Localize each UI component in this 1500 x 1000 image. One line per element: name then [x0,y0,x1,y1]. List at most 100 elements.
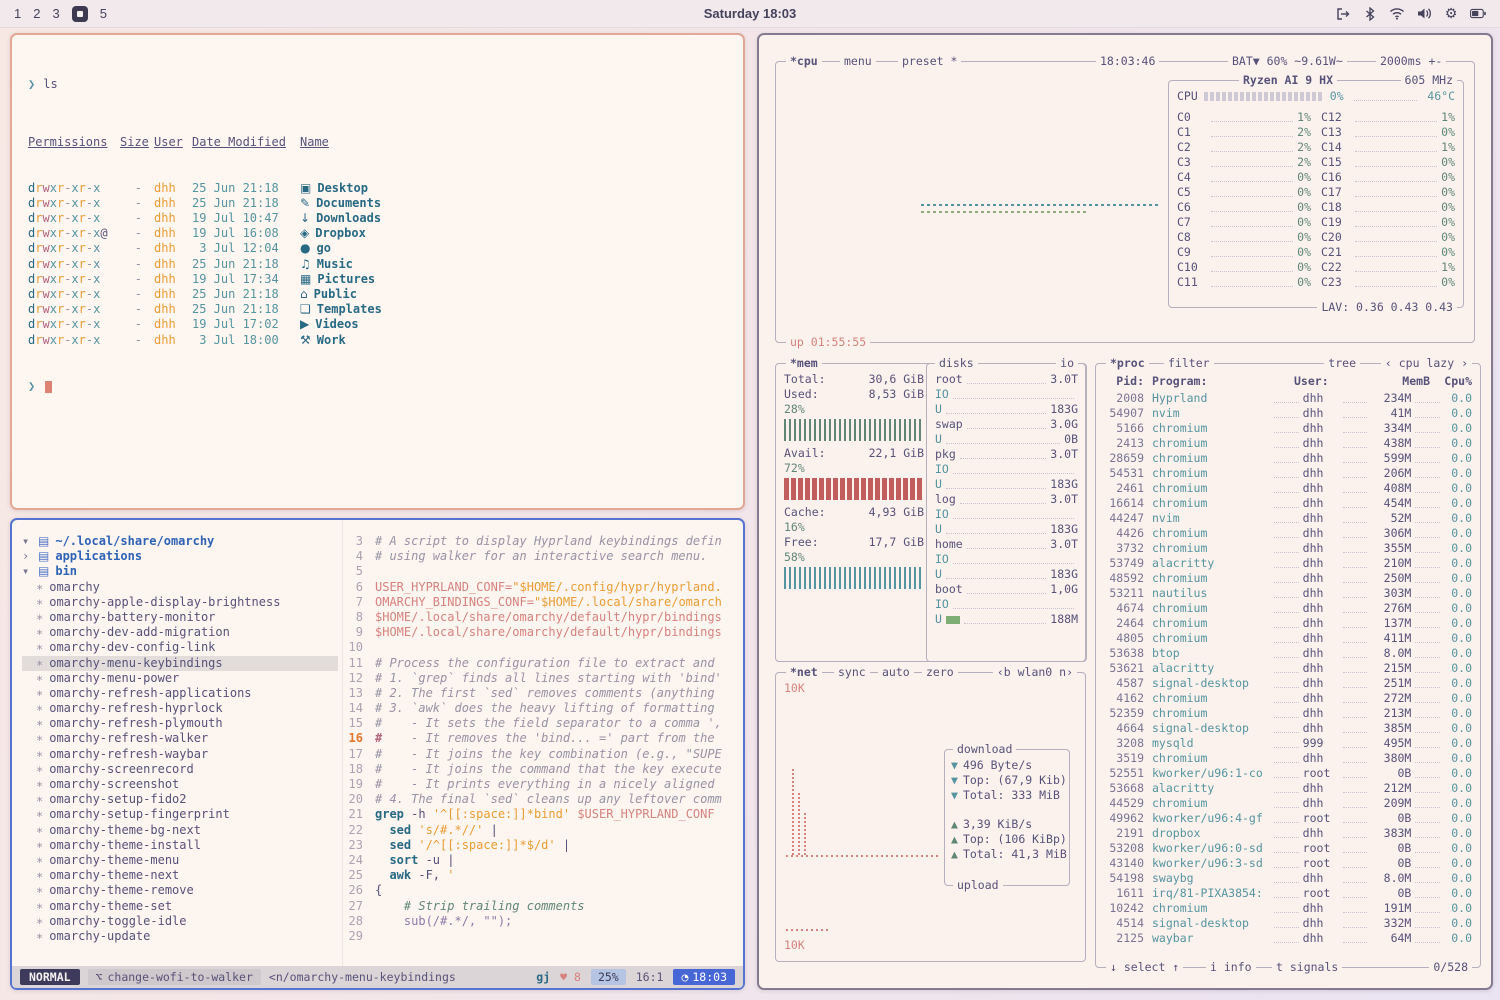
tree-file-omarchy-update[interactable]: ∗omarchy-update [22,929,342,944]
process-row[interactable]: 48592chromiumdhh250M0.0 [1104,571,1472,586]
settings-icon[interactable]: ⚙ [1443,6,1459,22]
process-row[interactable]: 4162chromiumdhh272M0.0 [1104,691,1472,706]
process-row[interactable]: 10242chromiumdhh191M0.0 [1104,901,1472,916]
tree-file-omarchy-apple-display-brightness[interactable]: ∗omarchy-apple-display-brightness [22,595,342,610]
net-auto-button[interactable]: auto [878,665,914,680]
workspace-active-icon[interactable] [72,6,88,22]
tree-file-omarchy-toggle-idle[interactable]: ∗omarchy-toggle-idle [22,914,342,929]
tree-file-omarchy-refresh-applications[interactable]: ∗omarchy-refresh-applications [22,686,342,701]
process-row[interactable]: 52551kworker/u96:1-coroot0B0.0 [1104,766,1472,781]
select-hint[interactable]: ↓ select ↑ [1106,960,1183,975]
net-zero-button[interactable]: zero [922,665,958,680]
tree-file-omarchy-theme-bg-next[interactable]: ∗omarchy-theme-bg-next [22,823,342,838]
menu-button[interactable]: menu [840,54,876,69]
tree-file-omarchy-refresh-walker[interactable]: ∗omarchy-refresh-walker [22,731,342,746]
tree-folder-applications[interactable]: ›▤applications [22,549,342,564]
tree-root[interactable]: ▾▤~/.local/share/omarchy [22,534,342,549]
tree-file-omarchy-setup-fido2[interactable]: ∗omarchy-setup-fido2 [22,792,342,807]
logout-icon[interactable] [1335,6,1351,22]
process-row[interactable]: 2413chromiumdhh438M0.0 [1104,436,1472,451]
git-branch-chip[interactable]: ⌥change-wofi-to-walker [88,969,261,985]
clock[interactable]: Saturday 18:03 [0,6,1500,21]
process-row[interactable]: 4514signal-desktopdhh332M0.0 [1104,916,1472,931]
process-row[interactable]: 44529chromiumdhh209M0.0 [1104,796,1472,811]
process-row[interactable]: 43140kworker/u96:3-sdroot0B0.0 [1104,856,1472,871]
col-cpu[interactable]: Cpu% [1430,374,1472,389]
proc-box-label[interactable]: *proc [1106,356,1149,371]
process-row[interactable]: 53621alacrittydhh215M0.0 [1104,661,1472,676]
tree-file-omarchy-refresh-plymouth[interactable]: ∗omarchy-refresh-plymouth [22,716,342,731]
process-row[interactable]: 4664signal-desktopdhh385M0.0 [1104,721,1472,736]
tree-toggle-button[interactable]: tree [1324,356,1360,371]
net-interface-switcher[interactable]: ‹b wlan0 n› [993,665,1077,680]
process-row[interactable]: 53638btopdhh8.0M0.0 [1104,646,1472,661]
net-sync-button[interactable]: sync [834,665,870,680]
tree-file-omarchy-theme-set[interactable]: ∗omarchy-theme-set [22,899,342,914]
process-row[interactable]: 4426chromiumdhh306M0.0 [1104,526,1472,541]
info-button[interactable]: i info [1206,960,1256,975]
process-row[interactable]: 28659chromiumdhh599M0.0 [1104,451,1472,466]
process-row[interactable]: 3208mysqld999495M0.0 [1104,736,1472,751]
shell-prompt-line-2[interactable]: ❯ [28,379,733,394]
cpu-box-label[interactable]: *cpu [786,54,822,69]
process-row[interactable]: 54198swaybgdhh8.0M0.0 [1104,871,1472,886]
process-row[interactable]: 53211nautilusdhh303M0.0 [1104,586,1472,601]
bluetooth-icon[interactable] [1362,6,1378,22]
battery-icon[interactable] [1470,6,1486,22]
process-row[interactable]: 54907nvimdhh41M0.0 [1104,406,1472,421]
process-row[interactable]: 2008Hyprlanddhh234M0.0 [1104,391,1472,406]
signals-button[interactable]: t signals [1272,960,1342,975]
tree-file-omarchy-battery-monitor[interactable]: ∗omarchy-battery-monitor [22,610,342,625]
process-row[interactable]: 2191dropboxdhh383M0.0 [1104,826,1472,841]
tree-file-omarchy-screenrecord[interactable]: ∗omarchy-screenrecord [22,762,342,777]
process-row[interactable]: 49962kworker/u96:4-gfroot0B0.0 [1104,811,1472,826]
process-row[interactable]: 53668alacrittydhh212M0.0 [1104,781,1472,796]
process-row[interactable]: 54531chromiumdhh206M0.0 [1104,466,1472,481]
workspace-button-1[interactable]: 1 [14,6,21,21]
process-row[interactable]: 4587signal-desktopdhh251M0.0 [1104,676,1472,691]
process-row[interactable]: 52359chromiumdhh213M0.0 [1104,706,1472,721]
process-row[interactable]: 2125waybardhh64M0.0 [1104,931,1472,946]
filter-button[interactable]: filter [1164,356,1214,371]
tree-file-omarchy-dev-config-link[interactable]: ∗omarchy-dev-config-link [22,640,342,655]
process-row[interactable]: 2461chromiumdhh408M0.0 [1104,481,1472,496]
process-row[interactable]: 53749alacrittydhh210M0.0 [1104,556,1472,571]
disks-label[interactable]: disks [935,356,978,371]
tree-file-omarchy-setup-fingerprint[interactable]: ∗omarchy-setup-fingerprint [22,807,342,822]
process-row[interactable]: 1611irq/81-PIXA3854:root0B0.0 [1104,886,1472,901]
process-row[interactable]: 53208kworker/u96:0-sdroot0B0.0 [1104,841,1472,856]
tree-folder-bin[interactable]: ▾▤bin [22,564,342,579]
process-row[interactable]: 5166chromiumdhh334M0.0 [1104,421,1472,436]
col-pid[interactable]: Pid: [1104,374,1144,389]
workspace-button-5[interactable]: 5 [100,6,107,21]
wifi-icon[interactable] [1389,6,1405,22]
tree-file-omarchy-dev-add-migration[interactable]: ∗omarchy-dev-add-migration [22,625,342,640]
preset-button[interactable]: preset * [898,54,961,69]
workspace-button-3[interactable]: 3 [52,6,59,21]
process-row[interactable]: 2464chromiumdhh137M0.0 [1104,616,1472,631]
process-row[interactable]: 3732chromiumdhh355M0.0 [1104,541,1472,556]
tree-file-omarchy[interactable]: ∗omarchy [22,580,342,595]
process-row[interactable]: 4674chromiumdhh276M0.0 [1104,601,1472,616]
net-box-label[interactable]: *net [786,665,822,680]
col-program[interactable]: Program: [1152,374,1294,389]
update-interval-button[interactable]: 2000ms +- [1376,54,1446,69]
process-row[interactable]: 3519chromiumdhh380M0.0 [1104,751,1472,766]
tree-file-omarchy-refresh-waybar[interactable]: ∗omarchy-refresh-waybar [22,747,342,762]
code-editor[interactable]: 3# A script to display Hyprland keybindi… [342,520,743,966]
tree-file-omarchy-theme-next[interactable]: ∗omarchy-theme-next [22,868,342,883]
volume-icon[interactable] [1416,6,1432,22]
tree-file-omarchy-menu-power[interactable]: ∗omarchy-menu-power [22,671,342,686]
io-mode-button[interactable]: io [1056,356,1078,371]
col-memb[interactable]: MemB [1364,374,1430,389]
mem-box-label[interactable]: *mem [786,356,822,371]
process-row[interactable]: 16614chromiumdhh454M0.0 [1104,496,1472,511]
col-user[interactable]: User: [1294,374,1364,389]
workspace-button-2[interactable]: 2 [33,6,40,21]
sort-column-switcher[interactable]: ‹ cpu lazy › [1381,356,1472,371]
tree-file-omarchy-refresh-hyprlock[interactable]: ∗omarchy-refresh-hyprlock [22,701,342,716]
tree-file-omarchy-theme-menu[interactable]: ∗omarchy-theme-menu [22,853,342,868]
tree-file-omarchy-theme-remove[interactable]: ∗omarchy-theme-remove [22,883,342,898]
tree-file-omarchy-menu-keybindings[interactable]: ∗omarchy-menu-keybindings [22,656,338,671]
process-row[interactable]: 4805chromiumdhh411M0.0 [1104,631,1472,646]
